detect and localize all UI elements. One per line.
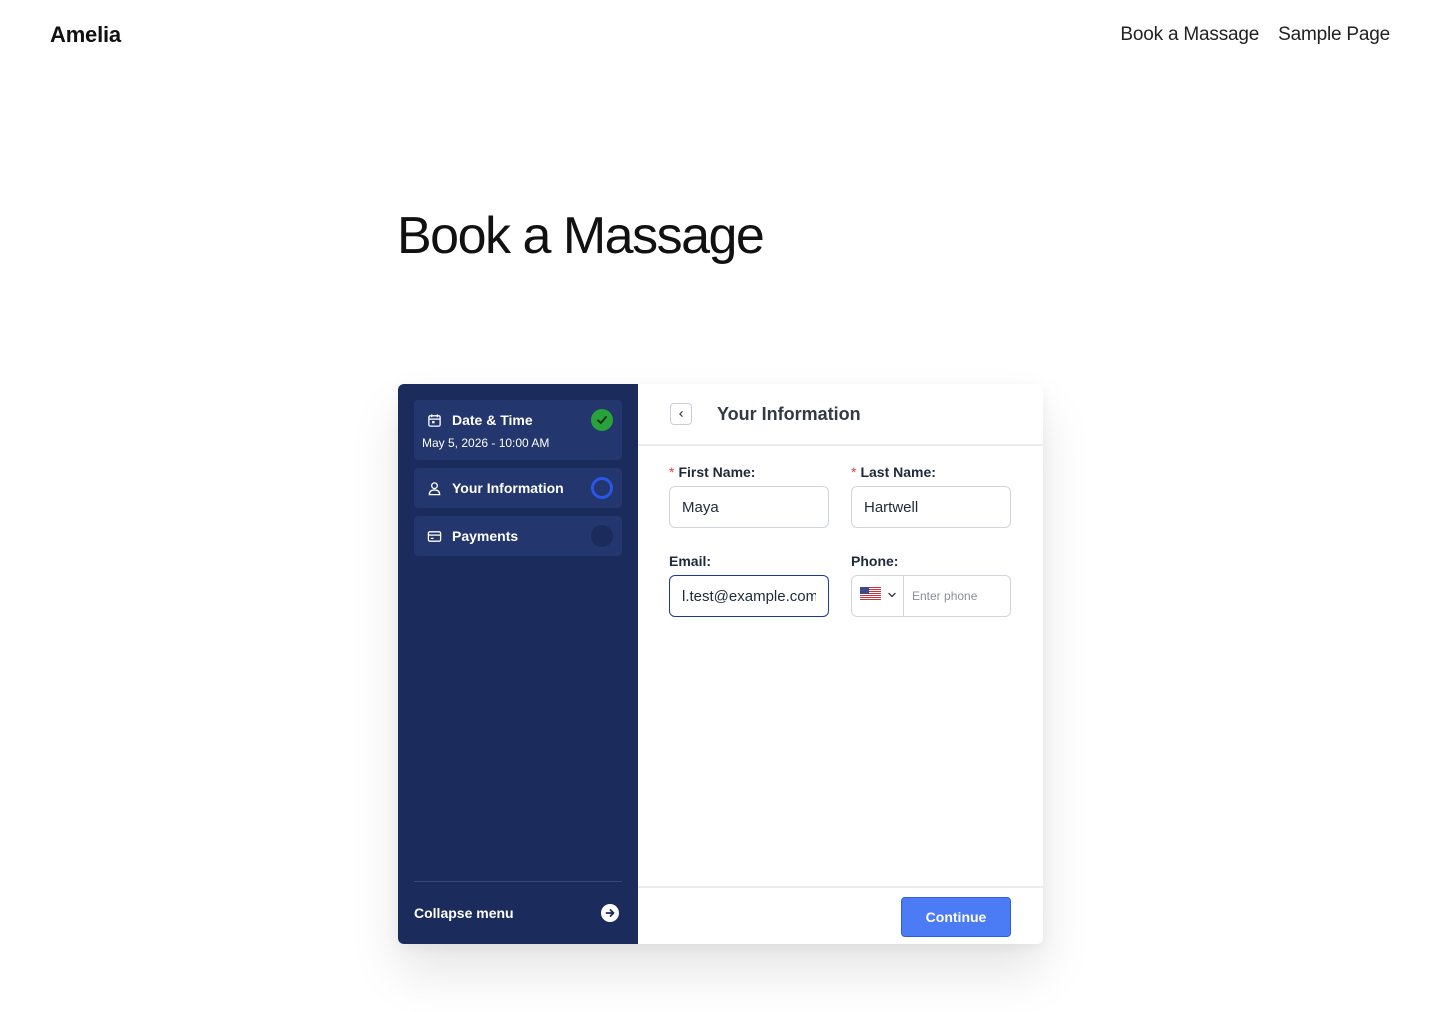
user-icon — [426, 480, 442, 496]
step-label: Your Information — [452, 480, 564, 496]
step-label: Payments — [452, 528, 519, 544]
step-your-information[interactable]: Your Information — [414, 468, 622, 508]
panel-title: Your Information — [717, 403, 861, 424]
step-label: Date & Time — [452, 412, 533, 428]
panel-header: Your Information — [638, 384, 1043, 446]
country-select[interactable] — [852, 576, 904, 616]
continue-button[interactable]: Continue — [901, 897, 1011, 937]
arrow-right-icon[interactable] — [601, 904, 619, 922]
chevron-down-icon — [887, 587, 897, 605]
top-nav: Book a Massage Sample Page — [1120, 24, 1390, 46]
collapse-menu[interactable]: Collapse menu — [414, 881, 622, 944]
us-flag-icon — [860, 587, 881, 605]
phone-input-group — [851, 575, 1011, 617]
completed-check-icon — [591, 409, 613, 431]
booking-widget: Date & Time May 5, 2026 - 10:00 AM Your … — [398, 384, 1043, 944]
page-title: Book a Massage — [397, 207, 765, 265]
collapse-menu-label: Collapse menu — [414, 905, 514, 921]
card-icon — [426, 528, 442, 544]
current-step-indicator — [591, 477, 613, 499]
phone-field: Phone: — [851, 553, 1011, 617]
panel-footer: Continue — [638, 886, 1043, 944]
required-asterisk: * — [669, 464, 675, 480]
first-name-label: * First Name: — [669, 464, 756, 480]
required-asterisk: * — [851, 464, 857, 480]
last-name-label: * Last Name: — [851, 464, 936, 480]
first-name-field: * First Name: — [669, 464, 829, 528]
main-panel: Your Information *First Name: *Last Name… — [638, 384, 1043, 944]
email-input[interactable] — [669, 575, 829, 617]
last-name-input[interactable] — [851, 486, 1011, 528]
step-payments[interactable]: Payments — [414, 516, 622, 556]
pending-step-indicator — [591, 525, 613, 547]
selected-datetime: May 5, 2026 - 10:00 AM — [422, 436, 550, 450]
phone-input[interactable] — [904, 576, 1010, 616]
calendar-icon — [426, 412, 442, 428]
email-field: Email: — [669, 553, 829, 617]
site-title[interactable]: Amelia — [50, 22, 121, 48]
nav-link-sample-page[interactable]: Sample Page — [1278, 24, 1390, 46]
steps-sidebar: Date & Time May 5, 2026 - 10:00 AM Your … — [398, 384, 638, 944]
step-date-time[interactable]: Date & Time May 5, 2026 - 10:00 AM — [414, 400, 622, 460]
back-button[interactable] — [670, 403, 692, 425]
last-name-field: * Last Name: — [851, 464, 1011, 528]
first-name-input[interactable] — [669, 486, 829, 528]
email-label: Email: — [669, 553, 712, 569]
nav-link-book-a-massage[interactable]: Book a Massage — [1120, 24, 1259, 46]
phone-label: Phone: — [851, 553, 899, 569]
